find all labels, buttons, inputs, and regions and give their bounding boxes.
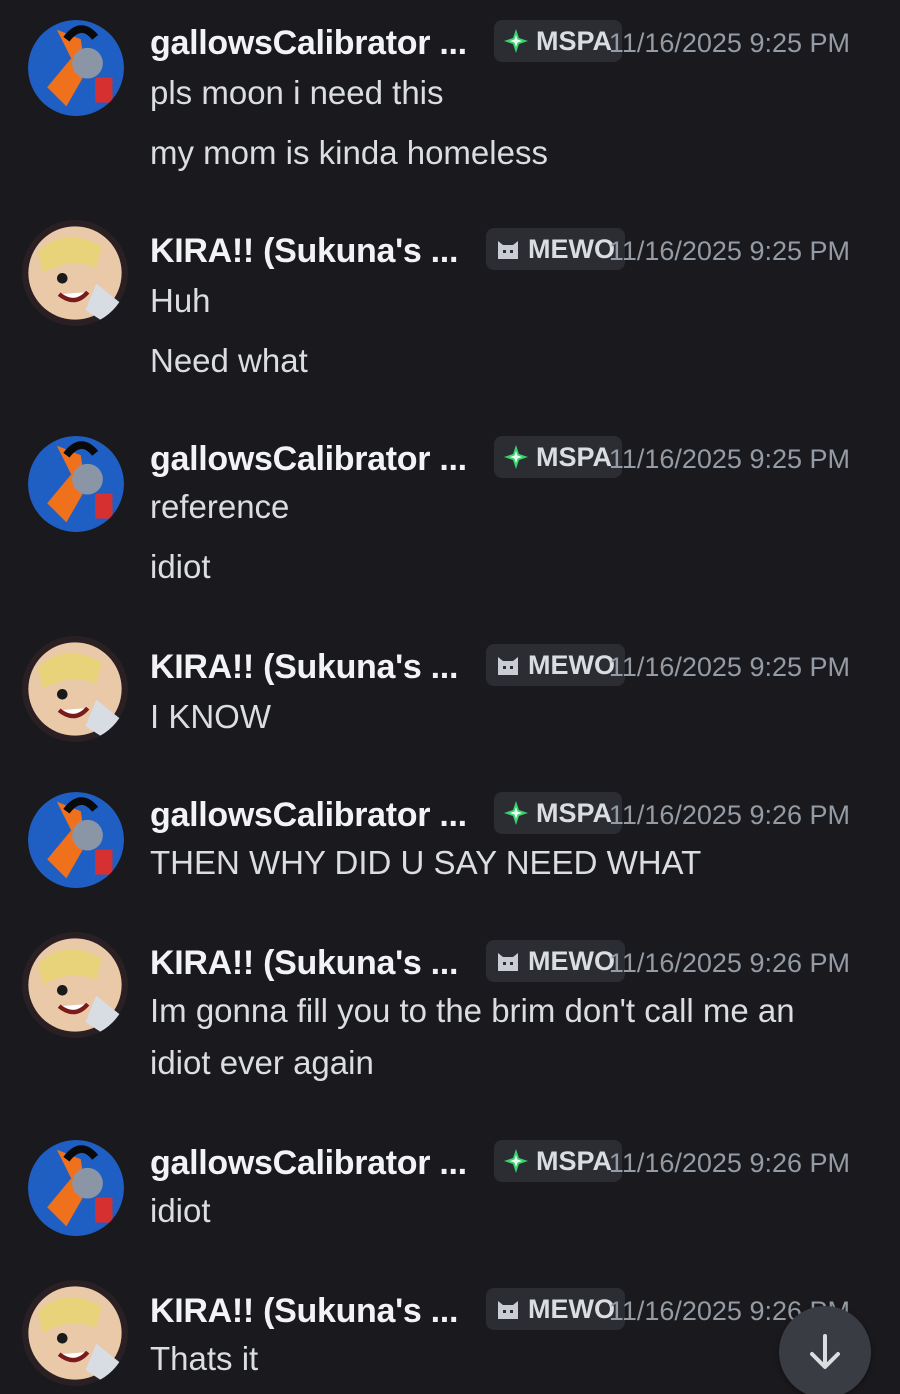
- username[interactable]: gallowsCalibrator ...: [150, 24, 467, 63]
- timestamp: 11/16/2025 9:26 PM: [608, 948, 850, 978]
- avatar-kira[interactable]: [22, 1280, 128, 1386]
- tag-label: MSPA: [536, 1145, 613, 1176]
- sparkle-icon: [502, 27, 530, 55]
- timestamp: 11/16/2025 9:26 PM: [608, 800, 850, 830]
- avatar-kira[interactable]: [22, 220, 128, 326]
- tag-label: MEWO: [528, 945, 615, 976]
- message-text: idiot: [150, 548, 211, 585]
- tag-label: MSPA: [536, 797, 613, 828]
- chat-log: gallowsCalibrator ... MSPA 11/16/2025 9:…: [0, 0, 900, 1394]
- username[interactable]: KIRA!! (Sukuna's ...: [150, 648, 458, 687]
- server-tag[interactable]: MEWO: [486, 940, 625, 982]
- timestamp: 11/16/2025 9:26 PM: [608, 1148, 850, 1178]
- sparkle-icon: [502, 443, 530, 471]
- timestamp: 11/16/2025 9:25 PM: [608, 444, 850, 474]
- username[interactable]: KIRA!! (Sukuna's ...: [150, 944, 458, 983]
- sparkle-icon: [502, 1147, 530, 1175]
- message-text: Huh: [150, 282, 211, 319]
- server-tag[interactable]: MEWO: [486, 228, 625, 270]
- avatar-gallows[interactable]: [28, 436, 124, 532]
- avatar-kira[interactable]: [22, 932, 128, 1038]
- server-tag[interactable]: MSPA: [494, 436, 623, 478]
- cat-icon: [494, 235, 522, 263]
- username[interactable]: KIRA!! (Sukuna's ...: [150, 232, 458, 271]
- tag-label: MSPA: [536, 25, 613, 56]
- avatar-kira[interactable]: [22, 636, 128, 742]
- message-text: idiot: [150, 1192, 211, 1229]
- cat-icon: [494, 947, 522, 975]
- jump-to-present-button[interactable]: [779, 1306, 871, 1394]
- username[interactable]: gallowsCalibrator ...: [150, 1144, 467, 1183]
- timestamp: 11/16/2025 9:25 PM: [608, 28, 850, 58]
- username[interactable]: KIRA!! (Sukuna's ...: [150, 1292, 458, 1331]
- server-tag[interactable]: MSPA: [494, 1140, 623, 1182]
- arrow-down-icon: [810, 1334, 840, 1369]
- username[interactable]: gallowsCalibrator ...: [150, 796, 467, 835]
- message-text: THEN WHY DID U SAY NEED WHAT: [150, 844, 702, 881]
- cat-icon: [494, 651, 522, 679]
- message-text: my mom is kinda homeless: [150, 134, 548, 171]
- message-text: I KNOW: [150, 698, 271, 735]
- message-text: Im gonna fill you to the brim don't call…: [150, 992, 795, 1029]
- timestamp: 11/16/2025 9:25 PM: [608, 652, 850, 682]
- tag-label: MEWO: [528, 649, 615, 680]
- avatar-gallows[interactable]: [28, 1140, 124, 1236]
- server-tag[interactable]: MSPA: [494, 792, 623, 834]
- server-tag[interactable]: MEWO: [486, 644, 625, 686]
- tag-label: MEWO: [528, 233, 615, 264]
- server-tag[interactable]: MEWO: [486, 1288, 625, 1330]
- message-text: Need what: [150, 342, 308, 379]
- avatar-gallows[interactable]: [28, 20, 124, 116]
- tag-label: MEWO: [528, 1293, 615, 1324]
- username[interactable]: gallowsCalibrator ...: [150, 440, 467, 479]
- server-tag[interactable]: MSPA: [494, 20, 623, 62]
- message-text: Thats it: [150, 1340, 259, 1377]
- timestamp: 11/16/2025 9:25 PM: [608, 236, 850, 266]
- tag-label: MSPA: [536, 441, 613, 472]
- avatar-gallows[interactable]: [28, 792, 124, 888]
- message-text: pls moon i need this: [150, 74, 444, 111]
- cat-icon: [494, 1295, 522, 1323]
- sparkle-icon: [502, 799, 530, 827]
- message-text: idiot ever again: [150, 1044, 374, 1081]
- message-text: reference: [150, 488, 290, 525]
